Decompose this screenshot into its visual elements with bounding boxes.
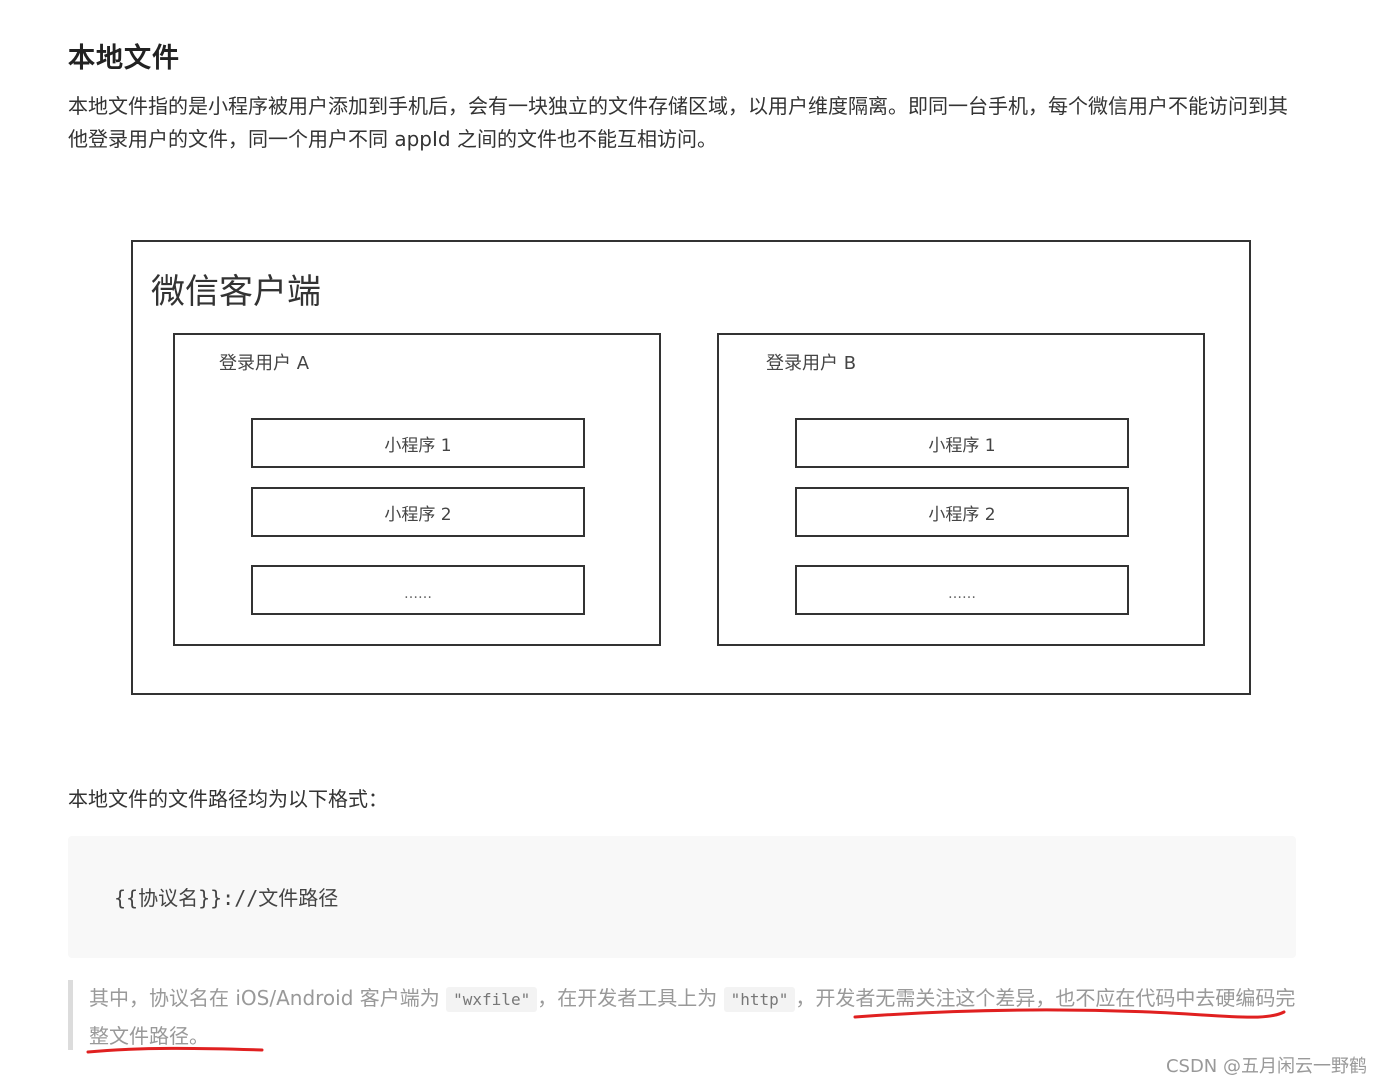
path-format-intro: 本地文件的文件路径均为以下格式：	[68, 787, 388, 811]
user-a-program-2-label: 小程序 2	[384, 504, 452, 525]
user-b-program-more: ……	[795, 565, 1129, 615]
user-a-program-more-label: ……	[404, 586, 432, 602]
inline-code-http: "http"	[723, 987, 796, 1012]
user-b-program-2-label: 小程序 2	[928, 504, 996, 525]
intro-paragraph: 本地文件指的是小程序被用户添加到手机后，会有一块独立的文件存储区域，以用户维度隔…	[68, 94, 1288, 151]
wechat-client-diagram: 微信客户端 登录用户 A 小程序 1 小程序 2 …… 登录用户 B 小程序 1…	[131, 240, 1251, 695]
user-a-program-1-label: 小程序 1	[384, 435, 452, 456]
user-a-program-more: ……	[251, 565, 585, 615]
user-b-program-1: 小程序 1	[795, 418, 1129, 468]
code-text: {{协议名}}://文件路径	[114, 886, 339, 910]
code-block: {{协议名}}://文件路径	[68, 836, 1296, 958]
inline-code-wxfile: "wxfile"	[446, 987, 538, 1012]
page: 本地文件 本地文件指的是小程序被用户添加到手机后，会有一块独立的文件存储区域，以…	[0, 0, 1381, 1085]
user-b-program-1-label: 小程序 1	[928, 435, 996, 456]
note-text-1: 其中，协议名在 iOS/Android 客户端为	[89, 986, 447, 1010]
user-a-program-1: 小程序 1	[251, 418, 585, 468]
watermark: CSDN @五月闲云一野鹤	[1165, 1056, 1367, 1077]
user-b-program-2: 小程序 2	[795, 487, 1129, 537]
note-blockquote: 其中，协议名在 iOS/Android 客户端为 "wxfile" ，在开发者工具…	[68, 980, 1296, 1050]
user-a-box: 登录用户 A 小程序 1 小程序 2 ……	[173, 333, 661, 646]
note-text-2: ，在开发者工具上为	[537, 986, 724, 1010]
user-b-label: 登录用户 B	[766, 353, 857, 374]
user-b-program-more-label: ……	[948, 586, 976, 602]
user-b-box: 登录用户 B 小程序 1 小程序 2 ……	[717, 333, 1205, 646]
user-a-program-2: 小程序 2	[251, 487, 585, 537]
section-heading: 本地文件	[68, 43, 180, 74]
user-a-label: 登录用户 A	[219, 353, 310, 374]
diagram-title: 微信客户端	[151, 272, 321, 312]
